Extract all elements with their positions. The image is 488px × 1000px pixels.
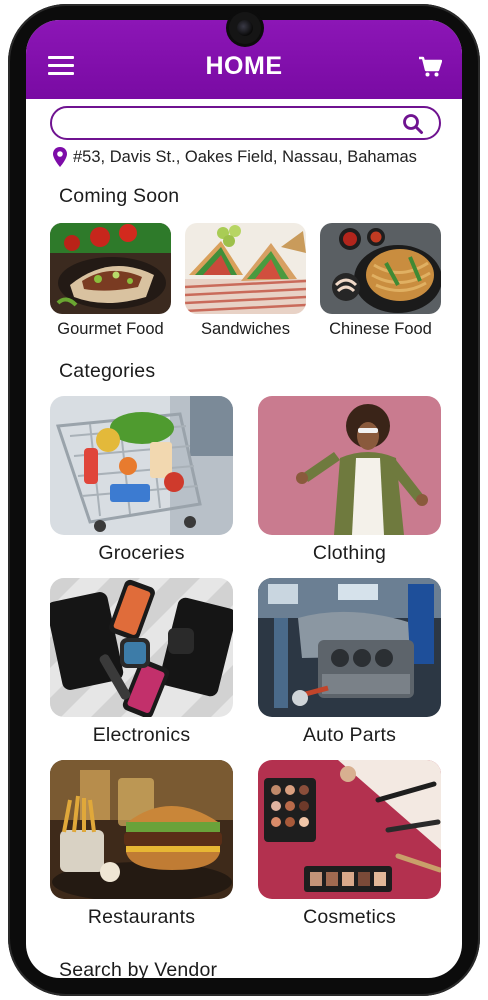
cosmetics-card[interactable]: [258, 760, 441, 899]
auto-parts-card[interactable]: [258, 578, 441, 717]
clothing-image: [258, 396, 441, 535]
restaurants-image: [50, 760, 233, 899]
app-screen: HOME #53, Davis St., Oakes Field, Nassau…: [26, 20, 462, 978]
coming-soon-heading: Coming Soon: [59, 185, 180, 207]
chinese-food-label: Chinese Food: [329, 320, 432, 338]
auto-parts-label: Auto Parts: [302, 724, 397, 746]
search-input[interactable]: [64, 112, 394, 134]
chinese-food-image: [320, 223, 441, 314]
cosmetics-image: [258, 760, 441, 899]
search-icon[interactable]: [402, 113, 424, 135]
shopping-cart-icon[interactable]: [418, 56, 443, 78]
clothing-card[interactable]: [258, 396, 441, 535]
cosmetics-label: Cosmetics: [303, 906, 396, 928]
gourmet-food-card[interactable]: [50, 223, 171, 314]
categories-heading: Categories: [59, 360, 156, 382]
gourmet-food-image: [50, 223, 171, 314]
front-camera: [229, 12, 261, 44]
restaurants-label: Restaurants: [87, 906, 196, 928]
electronics-label: Electronics: [92, 724, 191, 746]
gourmet-food-label: Gourmet Food: [57, 320, 164, 338]
groceries-image: [50, 396, 233, 535]
clothing-label: Clothing: [312, 542, 387, 564]
page-title: HOME: [205, 52, 283, 80]
location-pin-icon: [53, 147, 67, 167]
groceries-label: Groceries: [98, 542, 185, 564]
delivery-address[interactable]: #53, Davis St., Oakes Field, Nassau, Bah…: [53, 146, 417, 168]
electronics-image: [50, 578, 233, 717]
electronics-card[interactable]: [50, 578, 233, 717]
groceries-card[interactable]: [50, 396, 233, 535]
sandwiches-image: [185, 223, 306, 314]
sandwiches-label: Sandwiches: [201, 320, 290, 338]
restaurants-card[interactable]: [50, 760, 233, 899]
sandwiches-card[interactable]: [185, 223, 306, 314]
search-bar: [50, 106, 441, 140]
search-by-vendor-heading: Search by Vendor: [59, 959, 218, 978]
chinese-food-card[interactable]: [320, 223, 441, 314]
auto-parts-image: [258, 578, 441, 717]
address-text: #53, Davis St., Oakes Field, Nassau, Bah…: [73, 147, 417, 166]
